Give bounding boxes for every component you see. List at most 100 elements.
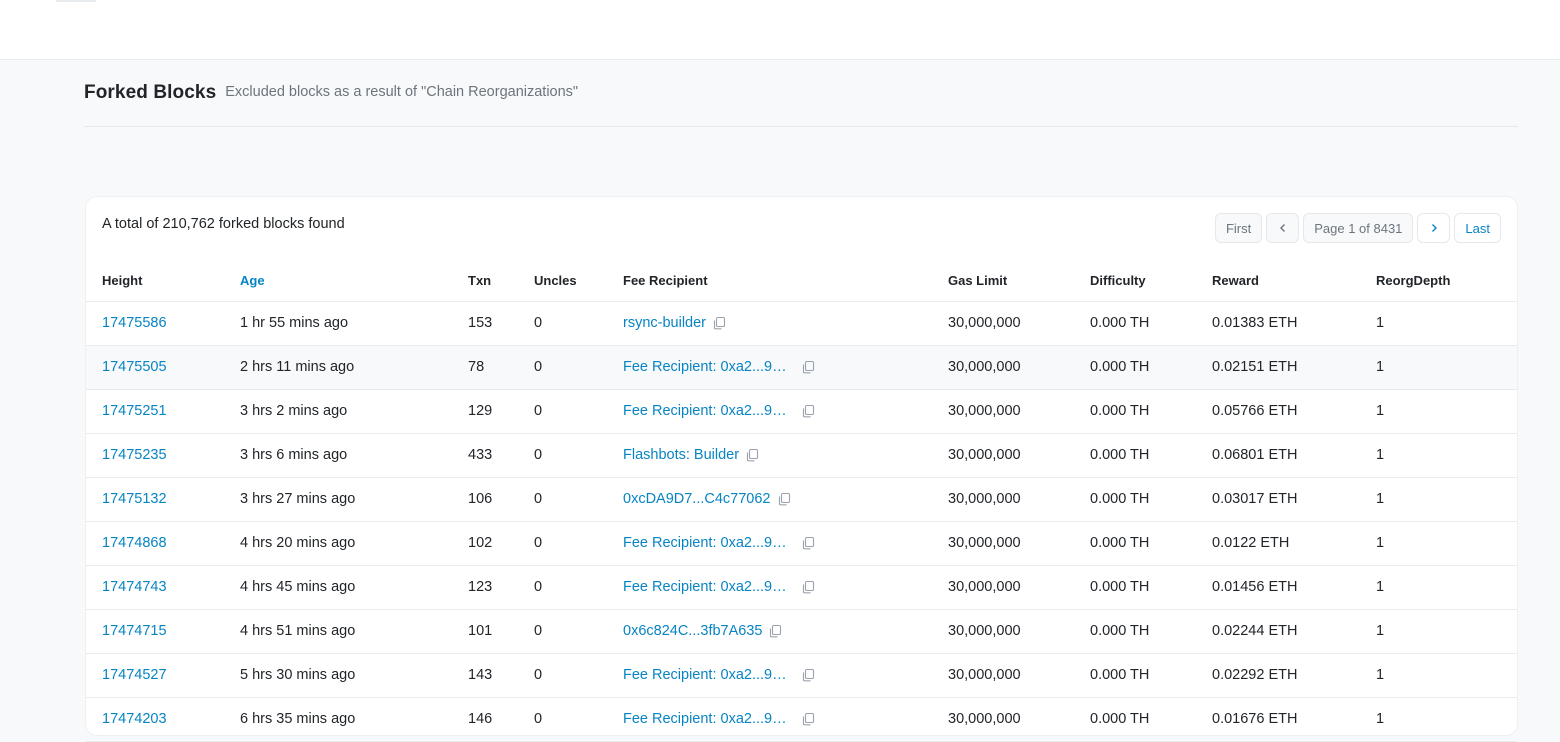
copy-icon[interactable] <box>777 492 791 506</box>
reward: 0.03017 ETH <box>1196 477 1360 522</box>
gas-limit: 30,000,000 <box>932 609 1074 654</box>
reorg-depth: 1 <box>1360 389 1517 434</box>
fee-recipient-link[interactable]: 0xcDA9D7...C4c77062 <box>623 491 771 507</box>
fee-recipient-link[interactable]: Fee Recipient: 0xa2...9… <box>623 535 787 551</box>
uncles-count: 0 <box>518 433 607 478</box>
difficulty: 0.000 TH <box>1074 697 1196 742</box>
forked-blocks-card: A total of 210,762 forked blocks found F… <box>85 196 1518 742</box>
first-page-button[interactable]: First <box>1214 213 1263 243</box>
block-height-link[interactable]: 17475251 <box>102 403 167 419</box>
chevron-right-icon <box>1431 224 1437 232</box>
copy-icon[interactable] <box>801 404 815 418</box>
block-age: 3 hrs 2 mins ago <box>224 389 452 434</box>
reorg-depth: 1 <box>1360 433 1517 478</box>
column-header-height: Height <box>86 261 224 302</box>
uncles-count: 0 <box>518 565 607 610</box>
block-height-link[interactable]: 17475586 <box>102 315 167 331</box>
reorg-depth: 1 <box>1360 301 1517 346</box>
reward: 0.01676 ETH <box>1196 697 1360 742</box>
uncles-count: 0 <box>518 609 607 654</box>
copy-icon[interactable] <box>768 624 782 638</box>
logo[interactable] <box>56 0 96 2</box>
uncles-count: 0 <box>518 301 607 346</box>
fee-recipient-link[interactable]: 0x6c824C...3fb7A635 <box>623 623 762 639</box>
txn-count: 146 <box>452 697 518 742</box>
gas-limit: 30,000,000 <box>932 389 1074 434</box>
reorg-depth: 1 <box>1360 521 1517 566</box>
block-age: 4 hrs 51 mins ago <box>224 609 452 654</box>
block-height-link[interactable]: 17474868 <box>102 535 167 551</box>
block-height-link[interactable]: 17474527 <box>102 667 167 683</box>
difficulty: 0.000 TH <box>1074 609 1196 654</box>
block-age: 6 hrs 35 mins ago <box>224 697 452 742</box>
reward: 0.02292 ETH <box>1196 653 1360 698</box>
next-page-button[interactable] <box>1417 213 1451 243</box>
column-header-txn: Txn <box>452 261 518 302</box>
uncles-count: 0 <box>518 521 607 566</box>
reorg-depth: 1 <box>1360 653 1517 698</box>
fee-recipient-link[interactable]: rsync-builder <box>623 315 706 331</box>
txn-count: 101 <box>452 609 518 654</box>
difficulty: 0.000 TH <box>1074 301 1196 346</box>
block-height-link[interactable]: 17475235 <box>102 447 167 463</box>
page-subtitle: Excluded blocks as a result of "Chain Re… <box>225 84 579 100</box>
difficulty: 0.000 TH <box>1074 653 1196 698</box>
reward: 0.0122 ETH <box>1196 521 1360 566</box>
difficulty: 0.000 TH <box>1074 565 1196 610</box>
fee-recipient-link[interactable]: Flashbots: Builder <box>623 447 739 463</box>
reorg-depth: 1 <box>1360 697 1517 742</box>
table-row: 17474203 6 hrs 35 mins ago 146 0 Fee Rec… <box>86 697 1517 742</box>
block-age: 5 hrs 30 mins ago <box>224 653 452 698</box>
block-height-link[interactable]: 17474715 <box>102 623 167 639</box>
reward: 0.05766 ETH <box>1196 389 1360 434</box>
reward: 0.02244 ETH <box>1196 609 1360 654</box>
difficulty: 0.000 TH <box>1074 433 1196 478</box>
reorg-depth: 1 <box>1360 477 1517 522</box>
total-count-text: A total of 210,762 forked blocks found <box>102 216 345 232</box>
gas-limit: 30,000,000 <box>932 521 1074 566</box>
txn-count: 153 <box>452 301 518 346</box>
txn-count: 129 <box>452 389 518 434</box>
page-indicator: Page 1 of 8431 <box>1303 213 1414 243</box>
prev-page-button[interactable] <box>1266 213 1300 243</box>
block-age: 3 hrs 27 mins ago <box>224 477 452 522</box>
copy-icon[interactable] <box>712 316 726 330</box>
fee-recipient-link[interactable]: Fee Recipient: 0xa2...9… <box>623 403 787 419</box>
copy-icon[interactable] <box>801 536 815 550</box>
column-header-age[interactable]: Age <box>224 261 452 302</box>
txn-count: 106 <box>452 477 518 522</box>
column-header-gas-limit: Gas Limit <box>932 261 1074 302</box>
copy-icon[interactable] <box>801 360 815 374</box>
fee-recipient-link[interactable]: Fee Recipient: 0xa2...9… <box>623 579 787 595</box>
reward: 0.06801 ETH <box>1196 433 1360 478</box>
block-height-link[interactable]: 17475505 <box>102 359 167 375</box>
page-title: Forked Blocks <box>84 82 217 103</box>
uncles-count: 0 <box>518 477 607 522</box>
block-height-link[interactable]: 17474743 <box>102 579 167 595</box>
uncles-count: 0 <box>518 653 607 698</box>
last-page-button[interactable]: Last <box>1454 213 1501 243</box>
copy-icon[interactable] <box>801 580 815 594</box>
copy-icon[interactable] <box>745 448 759 462</box>
fee-recipient-link[interactable]: Fee Recipient: 0xa2...9… <box>623 667 787 683</box>
column-header-reorg-depth: ReorgDepth <box>1360 261 1517 302</box>
table-row: 17475235 3 hrs 6 mins ago 433 0 Flashbot… <box>86 433 1517 478</box>
block-age: 3 hrs 6 mins ago <box>224 433 452 478</box>
pagination: First Page 1 of 8431 Last <box>1214 213 1501 243</box>
table-row: 17475505 2 hrs 11 mins ago 78 0 Fee Reci… <box>86 345 1517 390</box>
txn-count: 433 <box>452 433 518 478</box>
table-header-row: Height Age Txn Uncles Fee Recipient Gas … <box>86 261 1517 302</box>
fee-recipient-link[interactable]: Fee Recipient: 0xa2...9… <box>623 359 787 375</box>
column-header-uncles: Uncles <box>518 261 607 302</box>
block-height-link[interactable]: 17474203 <box>102 711 167 727</box>
block-age: 2 hrs 11 mins ago <box>224 345 452 390</box>
copy-icon[interactable] <box>801 668 815 682</box>
txn-count: 102 <box>452 521 518 566</box>
block-height-link[interactable]: 17475132 <box>102 491 167 507</box>
reorg-depth: 1 <box>1360 609 1517 654</box>
fee-recipient-link[interactable]: Fee Recipient: 0xa2...9… <box>623 711 787 727</box>
table-row: 17474743 4 hrs 45 mins ago 123 0 Fee Rec… <box>86 565 1517 610</box>
copy-icon[interactable] <box>801 712 815 726</box>
txn-count: 143 <box>452 653 518 698</box>
gas-limit: 30,000,000 <box>932 477 1074 522</box>
